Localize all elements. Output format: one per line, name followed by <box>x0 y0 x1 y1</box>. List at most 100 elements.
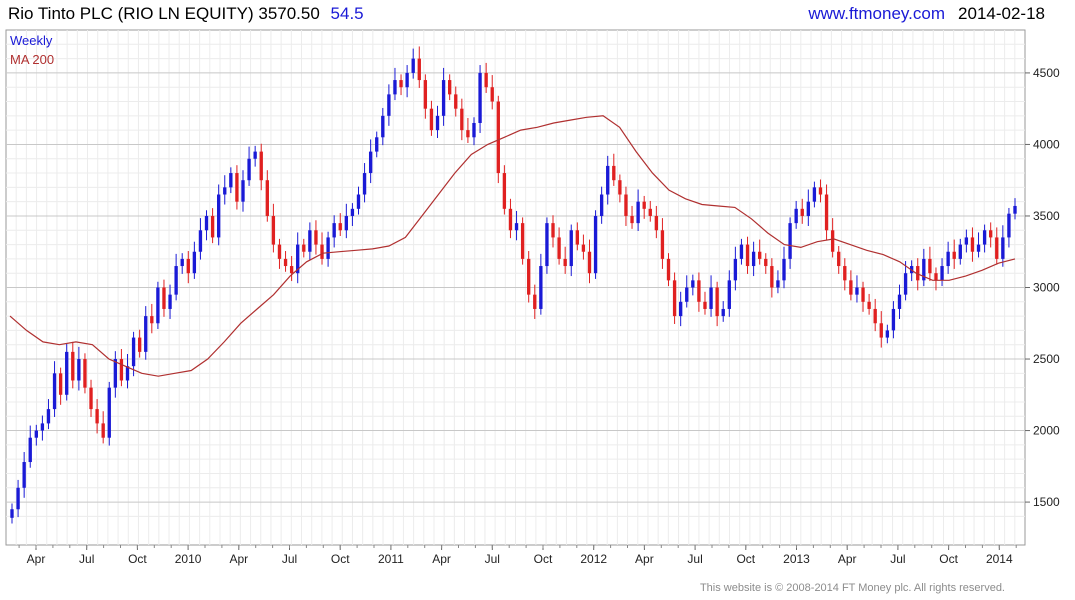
x-tick-label: Apr <box>635 552 654 566</box>
candle-body <box>192 251 197 274</box>
candle-body <box>630 215 634 224</box>
candle-body <box>180 258 184 267</box>
candle-body <box>429 108 434 131</box>
candle-body <box>502 173 507 209</box>
candle-body <box>818 187 823 195</box>
candle-body <box>837 251 841 267</box>
candle-body <box>308 230 312 252</box>
candle-body <box>472 122 476 138</box>
candle-body <box>65 351 69 395</box>
candle-body <box>40 423 45 431</box>
x-tick-label: 2013 <box>783 552 810 566</box>
candle-body <box>137 337 142 352</box>
candle-body <box>77 359 81 381</box>
candle-body <box>642 201 646 209</box>
candle-body <box>782 258 786 281</box>
candle-body <box>855 287 859 295</box>
candle-body <box>174 266 178 295</box>
candle-body <box>557 237 561 259</box>
candle-body <box>460 108 464 131</box>
candle-body <box>861 287 865 302</box>
candle-body <box>891 308 896 331</box>
candle-body <box>119 359 124 381</box>
candle-body <box>217 194 221 238</box>
candle-body <box>271 215 276 245</box>
candle-body <box>393 80 397 95</box>
candle-body <box>204 215 209 231</box>
candle-body <box>551 223 555 238</box>
candle-body <box>569 230 573 267</box>
candle-body <box>253 151 257 159</box>
candle-body <box>812 187 817 202</box>
candle-body <box>691 280 695 288</box>
y-tick-label: 4500 <box>1033 66 1060 80</box>
candle-body <box>976 244 981 252</box>
candle-body <box>958 244 962 259</box>
candle-body <box>387 94 391 116</box>
x-tick-label: 2012 <box>580 552 607 566</box>
candle-body <box>411 58 415 73</box>
candle-body <box>964 237 969 245</box>
candle-body <box>660 230 665 259</box>
candle-body <box>344 215 349 231</box>
candle-body <box>788 223 792 259</box>
candle-body <box>22 462 26 488</box>
candle-body <box>648 208 652 216</box>
y-tick-label: 3000 <box>1033 281 1060 295</box>
candle-body <box>332 223 336 238</box>
candle-body <box>636 201 640 224</box>
candle-body <box>71 351 75 381</box>
x-tick-label: Apr <box>432 552 451 566</box>
candle-body <box>867 301 871 309</box>
candle-body <box>283 258 288 267</box>
candle-body <box>1001 237 1005 259</box>
candle-body <box>95 409 99 424</box>
x-tick-label: Oct <box>331 552 350 566</box>
candle-body <box>52 373 57 410</box>
candle-body <box>928 258 932 274</box>
candle-body <box>685 287 689 302</box>
candle-body <box>448 80 452 95</box>
candle-body <box>1007 213 1011 238</box>
candle-body <box>162 287 166 309</box>
legend-ma200: MA 200 <box>10 52 54 67</box>
candle-body <box>131 337 136 367</box>
candle-body <box>350 208 355 216</box>
candle-body <box>107 387 111 438</box>
x-tick-label: Jul <box>282 552 297 566</box>
candle-body <box>423 80 428 109</box>
candle-body <box>484 72 488 88</box>
candle-body <box>125 366 130 381</box>
candle-body <box>356 194 361 209</box>
x-tick-label: Oct <box>128 552 147 566</box>
candle-body <box>150 316 154 324</box>
candle-body <box>982 230 987 245</box>
candle-body <box>824 194 829 231</box>
candle-body <box>83 359 87 388</box>
candle-body <box>265 180 269 216</box>
candle-body <box>593 215 598 274</box>
candle-body <box>703 301 707 309</box>
candle-body <box>764 258 768 267</box>
candle-body <box>496 101 500 174</box>
candle-body <box>758 251 762 259</box>
candle-body <box>533 294 537 309</box>
candle-body <box>587 251 592 274</box>
candle-body <box>362 173 367 195</box>
candle-body <box>168 294 172 309</box>
candle-body <box>885 330 890 338</box>
candle-body <box>970 237 975 252</box>
y-tick-label: 1500 <box>1033 495 1060 509</box>
candle-body <box>727 280 731 309</box>
candle-body <box>478 72 482 123</box>
candle-body <box>897 294 902 309</box>
candle-body <box>715 287 719 317</box>
x-tick-label: Jul <box>890 552 905 566</box>
candle-body <box>563 258 567 267</box>
y-tick-label: 3500 <box>1033 209 1060 223</box>
candle-body <box>770 266 774 288</box>
candle-body <box>417 58 421 81</box>
x-tick-label: Oct <box>736 552 755 566</box>
candle-body <box>934 273 938 281</box>
candle-body <box>520 223 525 259</box>
